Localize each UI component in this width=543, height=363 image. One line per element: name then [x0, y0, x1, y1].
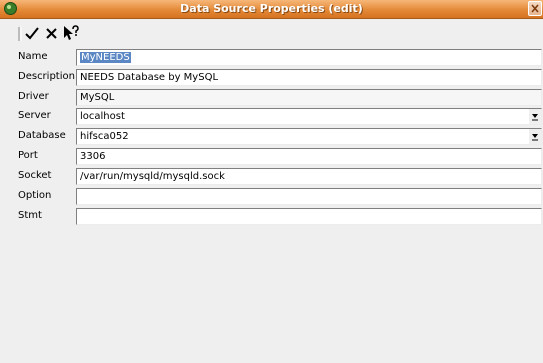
port-label: Port — [18, 150, 38, 161]
dialog-window: Data Source Properties (edit) Name MyNEE… — [0, 0, 543, 363]
database-value: hifsca052 — [80, 131, 129, 142]
socket-field[interactable]: /var/run/mysqld/mysqld.sock — [76, 168, 542, 185]
option-row: Option — [0, 187, 543, 205]
checkmark-icon[interactable] — [24, 25, 40, 41]
x-icon[interactable] — [44, 25, 60, 41]
stmt-row: Stmt — [0, 207, 543, 225]
server-value: localhost — [80, 111, 125, 122]
close-icon — [531, 4, 539, 13]
dropdown-arrow-icon — [532, 134, 538, 141]
option-field[interactable] — [76, 188, 542, 205]
window-title: Data Source Properties (edit) — [180, 2, 363, 15]
stmt-label: Stmt — [18, 210, 42, 221]
description-row: Description NEEDS Database by MySQL — [0, 68, 543, 86]
name-label: Name — [18, 51, 48, 62]
database-combo[interactable]: hifsca052 — [76, 128, 542, 145]
name-field[interactable]: MyNEEDS — [76, 49, 542, 66]
name-value: MyNEEDS — [80, 52, 131, 63]
server-combo[interactable]: localhost — [76, 108, 542, 125]
port-field[interactable]: 3306 — [76, 148, 542, 165]
server-dropdown-button[interactable] — [529, 109, 541, 124]
name-row: Name MyNEEDS — [0, 48, 543, 66]
driver-row: Driver MySQL — [0, 88, 543, 106]
socket-label: Socket — [18, 170, 52, 181]
dropdown-arrow-icon — [532, 114, 538, 121]
close-button[interactable] — [528, 1, 542, 16]
port-row: Port 3306 — [0, 147, 543, 165]
server-label: Server — [18, 110, 51, 121]
stmt-field[interactable] — [76, 208, 542, 225]
help-cursor-icon[interactable] — [63, 25, 79, 41]
server-row: Server localhost — [0, 107, 543, 125]
description-label: Description — [18, 71, 75, 82]
description-field[interactable]: NEEDS Database by MySQL — [76, 69, 542, 86]
toolbar-grip-icon[interactable] — [18, 27, 22, 41]
option-label: Option — [18, 190, 52, 201]
socket-row: Socket /var/run/mysqld/mysqld.sock — [0, 167, 543, 185]
driver-label: Driver — [18, 91, 49, 102]
toolbar — [0, 19, 543, 45]
driver-field[interactable]: MySQL — [76, 89, 542, 106]
database-label: Database — [18, 130, 66, 141]
database-dropdown-button[interactable] — [529, 129, 541, 144]
title-bar[interactable]: Data Source Properties (edit) — [0, 0, 543, 19]
database-row: Database hifsca052 — [0, 127, 543, 145]
